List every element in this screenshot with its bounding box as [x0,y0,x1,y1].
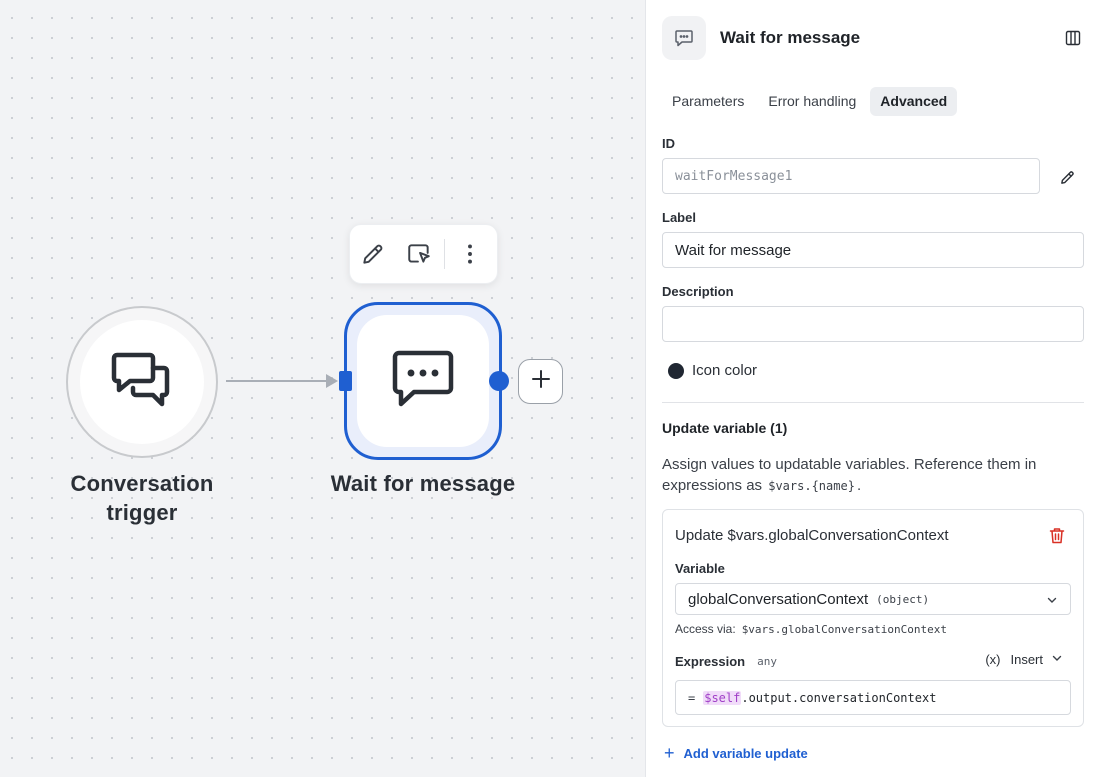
expression-input[interactable]: = $self .output.conversationContext [675,680,1071,715]
trash-icon[interactable] [1049,527,1067,545]
panel-header: Wait for message [662,16,1083,60]
trigger-title-line2: trigger [106,500,178,525]
id-value: waitForMessage1 [675,168,793,184]
icon-color-swatch[interactable] [668,362,684,379]
update-variable-title: Update variable (1) [662,420,788,436]
panel-tabs: Parameters Error handling Advanced [662,87,961,116]
variable-select-type: (object) [876,592,930,606]
variable-select[interactable]: globalConversationContext (object) [675,583,1071,615]
id-label: ID [662,136,675,151]
access-via-label: Access via: [675,622,736,636]
select-cursor-icon[interactable] [396,231,442,277]
expression-rest: .output.conversationContext [741,690,937,705]
layout-columns-icon[interactable] [1063,28,1083,48]
edge-arrowhead [326,374,338,388]
label-value: Wait for message [675,241,792,259]
input-handle[interactable] [339,371,352,391]
variable-update-card: Update $vars.globalConversationContext V… [662,509,1084,727]
message-dots-icon [662,16,706,60]
connection-edge[interactable] [226,380,330,382]
message-dots-icon [392,348,454,415]
update-variable-description: Assign values to updatable variables. Re… [662,454,1072,497]
description-label: Description [662,284,734,299]
more-vertical-icon[interactable] [447,231,493,277]
desc-end: . [856,477,862,494]
edit-id-pencil-icon[interactable] [1056,166,1078,188]
insert-button[interactable]: (x) Insert [985,652,1063,667]
panel-title: Wait for message [720,28,861,47]
access-via-code: $vars.globalConversationContext [741,622,947,636]
chat-bubbles-icon [110,348,174,417]
label-input[interactable]: Wait for message [662,232,1084,268]
chevron-down-icon [1046,593,1058,611]
label-label: Label [662,210,696,225]
workflow-canvas[interactable]: Conversation trigger Wait for message [0,0,645,777]
tab-error-handling[interactable]: Error handling [758,87,866,116]
chevron-down-icon [1051,652,1063,667]
icon-color-label: Icon color [692,362,758,379]
trigger-title-line1: Conversation [70,471,214,496]
access-via: Access via: $vars.globalConversationCont… [675,622,947,636]
desc-code: $vars.{name} [768,479,855,493]
wait-node-inner [357,315,489,447]
variable-select-value: globalConversationContext [688,590,869,608]
expression-label-row: Expression any [675,654,777,669]
plus-icon [530,368,552,395]
trigger-node-title: Conversation trigger [52,469,232,527]
plus-icon: + [664,743,675,763]
expression-equals: = [688,690,696,705]
toolbar-separator [444,239,445,269]
description-input[interactable] [662,306,1084,342]
expression-self-token: $self [703,690,742,705]
variable-fx-icon: (x) [985,652,1001,667]
expression-label: Expression [675,654,746,669]
node-toolbar [349,224,498,284]
section-divider [662,402,1084,403]
add-node-button[interactable] [518,359,563,404]
tab-advanced[interactable]: Advanced [870,87,958,116]
insert-label: Insert [1010,652,1043,667]
conversation-trigger-node[interactable] [66,306,218,458]
wait-node-title: Wait for message [330,471,516,496]
node-settings-panel: Wait for message Parameters Error handli… [645,0,1099,777]
expression-type: any [757,655,777,668]
add-variable-update-label: Add variable update [683,745,808,761]
add-variable-update-button[interactable]: + Add variable update [664,744,808,762]
output-handle[interactable] [489,371,509,391]
tab-parameters[interactable]: Parameters [662,87,754,116]
pencil-icon[interactable] [350,231,396,277]
icon-color-picker[interactable]: Icon color [668,362,757,379]
wait-for-message-node[interactable] [344,302,502,460]
id-field: waitForMessage1 [662,158,1040,194]
trigger-node-inner [80,320,204,444]
variable-card-title: Update $vars.globalConversationContext [675,527,949,544]
variable-label: Variable [675,561,725,576]
